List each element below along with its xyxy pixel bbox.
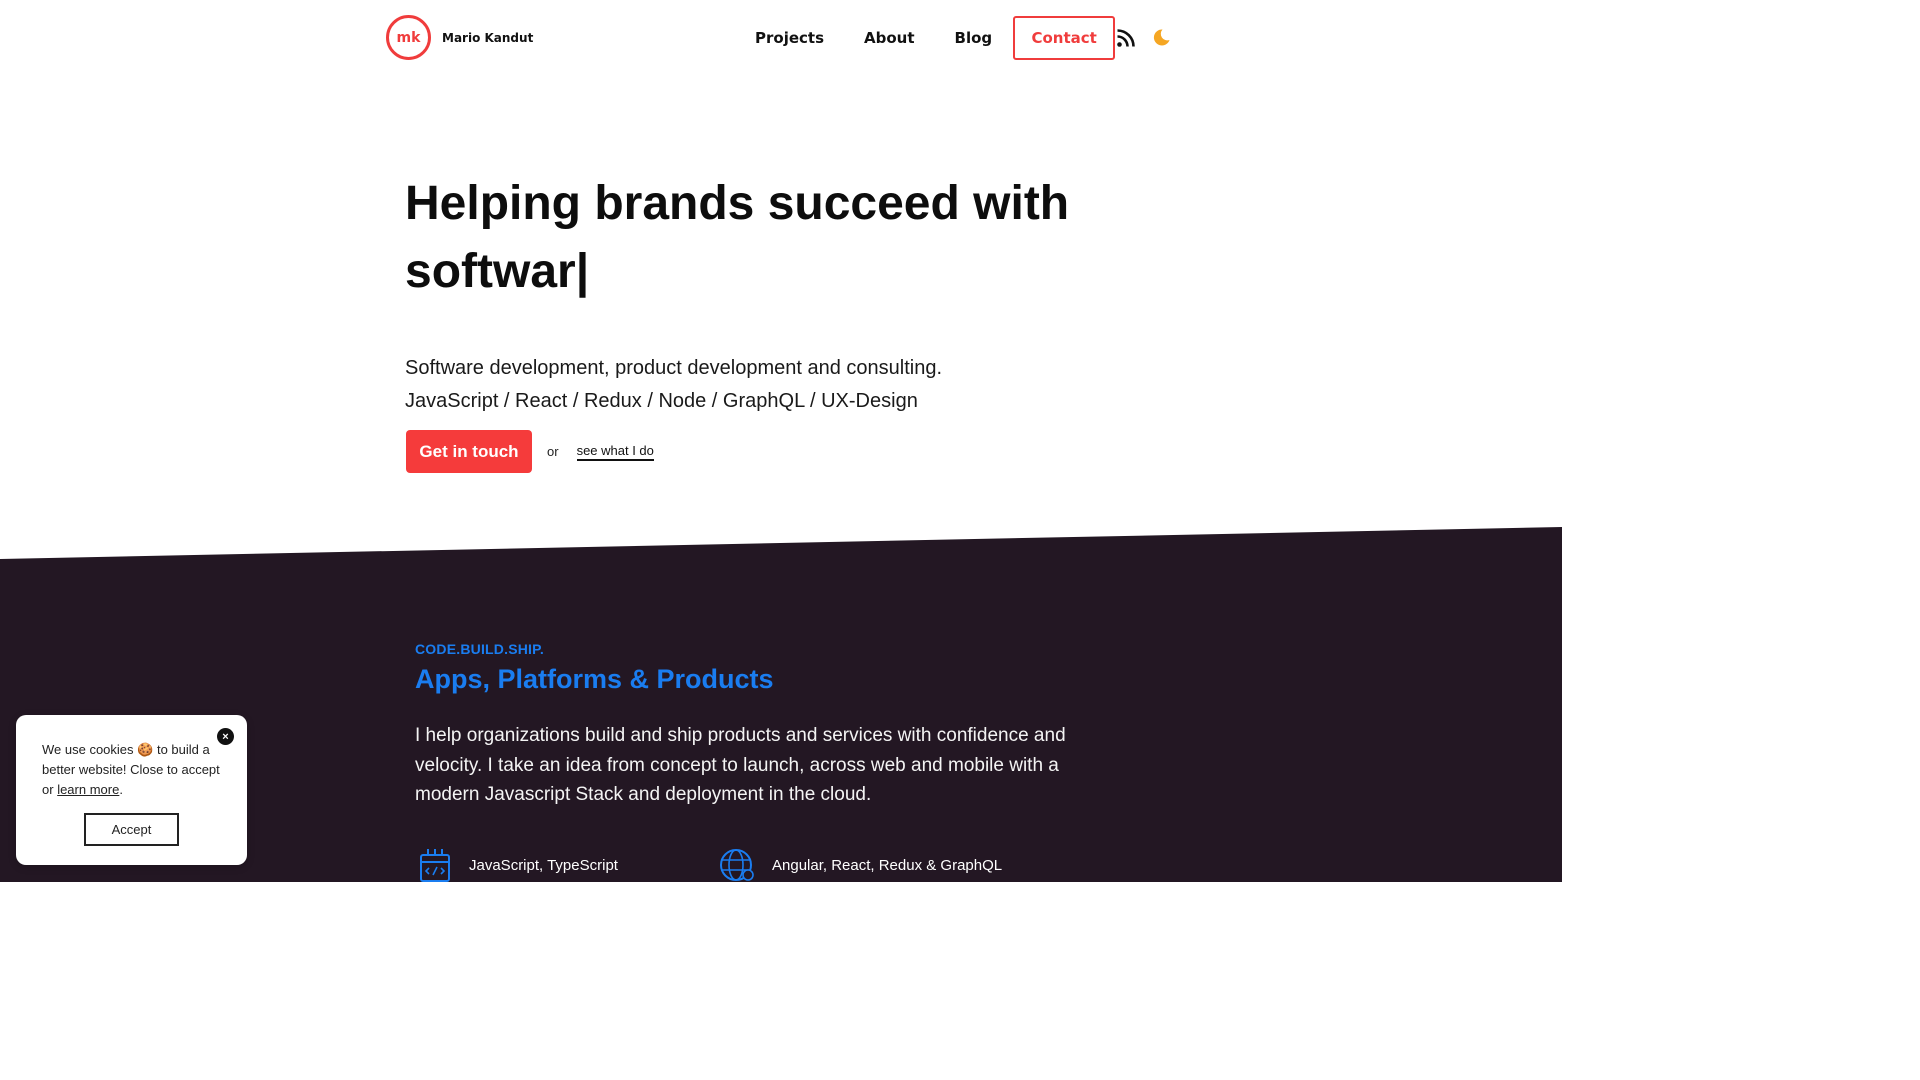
moon-icon[interactable] [1152,27,1172,47]
nav-blog[interactable]: Blog [935,29,1013,47]
hero-subtitle-line2: JavaScript / React / Redux / Node / Grap… [405,390,918,412]
nav-about[interactable]: About [844,29,935,47]
get-in-touch-button[interactable]: Get in touch [406,430,532,473]
cookie-text: We use cookies 🍪 to build a better websi… [42,740,227,800]
feature-label: JavaScript, TypeScript [469,856,618,874]
globe-code-icon [720,849,754,881]
hero-subtitle-line1: Software development, product developmen… [405,357,943,379]
main-nav: Projects About Blog Contact [735,16,1116,60]
feature-item: JavaScript, TypeScript [418,848,618,882]
hero-title: Helping brands succeed with softwar| [405,177,1070,298]
cookie-accept-button[interactable]: Accept [84,813,179,846]
see-what-i-do-link[interactable]: see what I do [576,443,654,461]
hero-cta-row: Get in touch or see what I do [406,430,654,473]
logo-mark: mk [386,15,431,60]
section-text: I help organizations build and ship prod… [415,725,1066,805]
learn-more-link[interactable]: learn more [57,782,119,797]
nav-contact-button[interactable]: Contact [1013,16,1116,60]
feature-item: Angular, React, Redux & GraphQL [719,848,1002,882]
or-text: or [547,444,559,459]
cookie-text-part1: We use cookies [42,742,134,757]
cookie-period: . [119,782,123,797]
cookie-banner: × We use cookies 🍪 to build a better web… [16,715,247,865]
section-title: Apps, Platforms & Products [415,664,774,694]
brand-name: Mario Kandut [442,30,534,45]
cookie-emoji-icon: 🍪 [137,742,154,757]
nav-projects[interactable]: Projects [735,29,844,47]
section-kicker: CODE.BUILD.SHIP. [415,641,544,657]
site-logo[interactable]: mk Mario Kandut [386,15,533,60]
hero-subtitle: Software development, product developmen… [405,352,942,418]
code-window-icon [420,849,450,882]
rss-icon[interactable] [1116,28,1136,48]
feature-label: Angular, React, Redux & GraphQL [772,856,1003,874]
